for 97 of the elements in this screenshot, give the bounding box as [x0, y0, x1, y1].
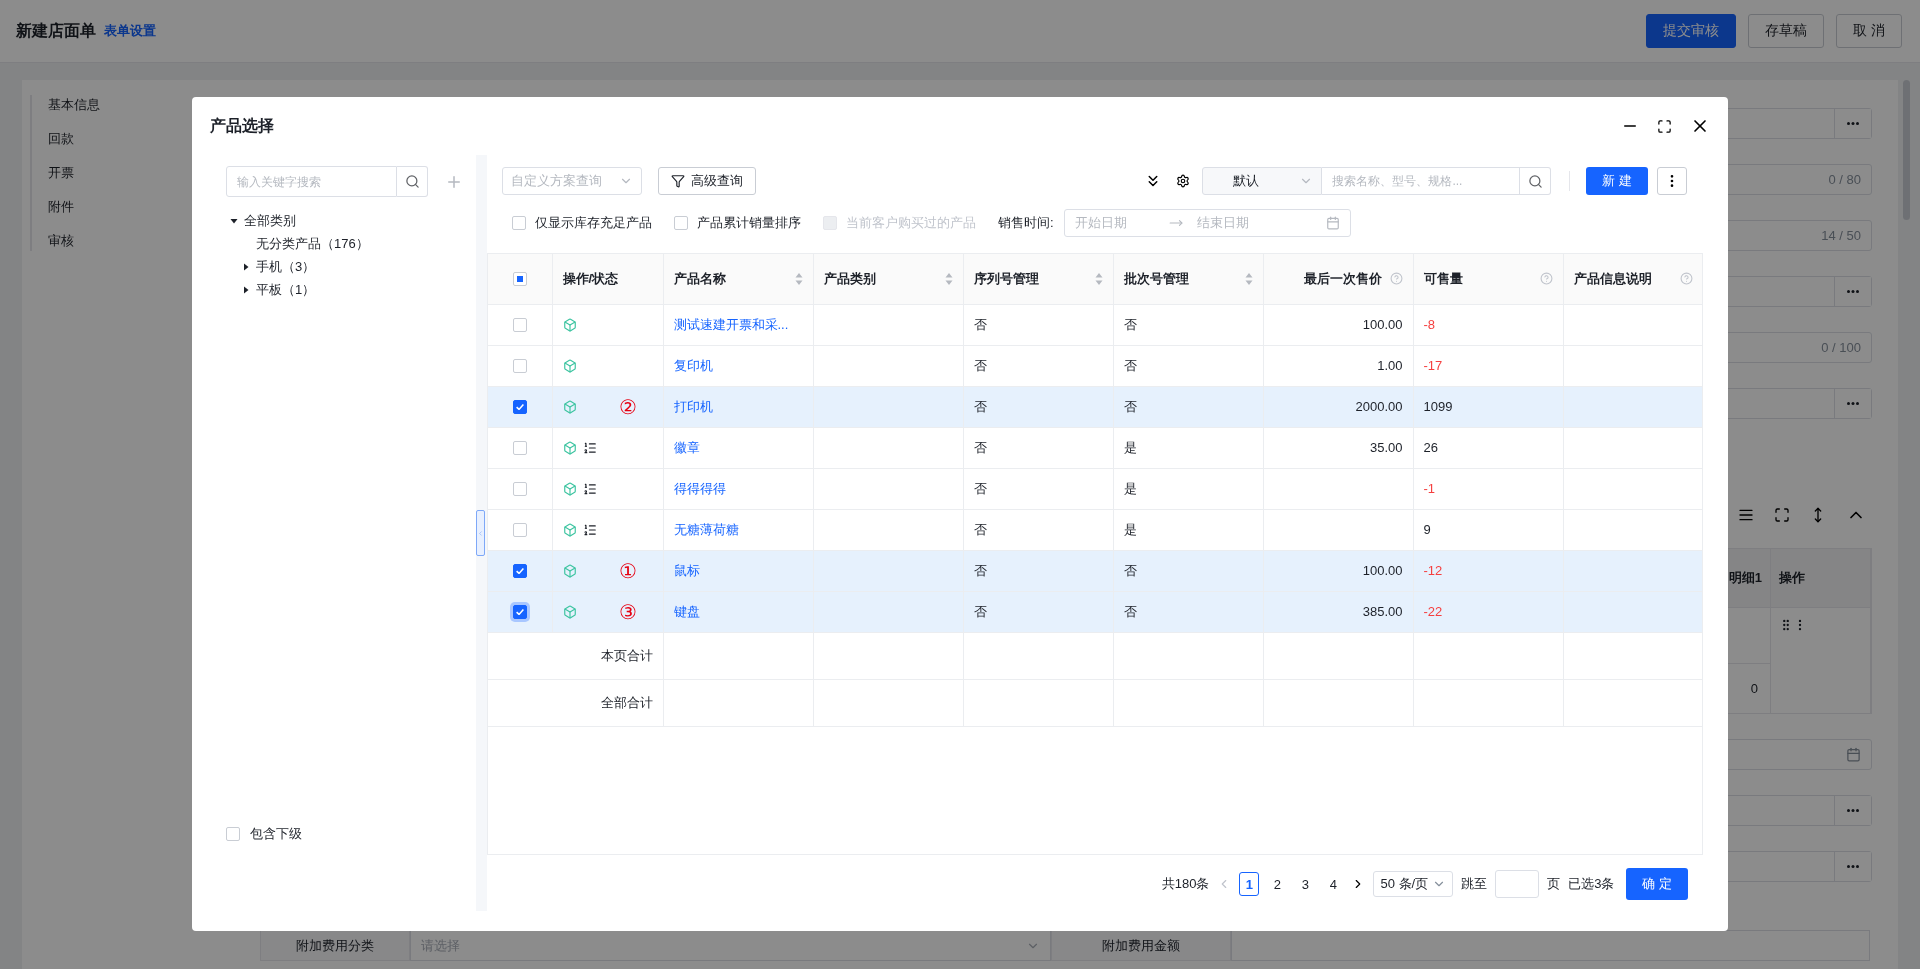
page-size-select[interactable]: 50 条/页	[1373, 871, 1454, 897]
table-cell: 否	[1123, 603, 1137, 619]
nav-item[interactable]: 审核	[48, 231, 180, 251]
new-button[interactable]: 新 建	[1586, 167, 1648, 195]
table-cell: 1.00	[1377, 358, 1403, 373]
checkbox-label: 包含下级	[250, 825, 302, 843]
table-cell: 否	[973, 480, 987, 496]
tree-item[interactable]: 全部类别	[244, 211, 296, 230]
column-header: 产品信息说明	[1563, 254, 1702, 304]
column-header[interactable]: 批次号管理	[1113, 254, 1263, 304]
table-row[interactable]: 无糖薄荷糖 否 是 9	[488, 509, 1702, 550]
table-cell: 否	[973, 357, 987, 373]
product-link[interactable]: 得得得得	[673, 480, 726, 496]
column-header[interactable]: 产品类别	[813, 254, 963, 304]
table-cell: 否	[973, 316, 987, 332]
table-cell: 2000.00	[1355, 399, 1403, 414]
annotation-mark: ①	[618, 560, 637, 581]
table-row[interactable]: 测试速建开票和采... 否 否 100.00 -8	[488, 304, 1702, 345]
product-link[interactable]: 鼠标	[673, 562, 700, 578]
form-settings-link[interactable]: 表单设置	[104, 22, 156, 40]
column-header: 最后一次售价	[1263, 254, 1413, 304]
table-cell: -8	[1423, 317, 1436, 332]
tree-item[interactable]: 无分类产品（176）	[256, 234, 369, 253]
product-link[interactable]: 打印机	[673, 398, 713, 414]
product-link[interactable]: 无糖薄荷糖	[673, 521, 739, 537]
nav-item[interactable]: 回款	[48, 129, 180, 149]
table-cell: 否	[973, 562, 987, 578]
column-header: 操作/状态	[552, 254, 663, 304]
table-cell: -17	[1423, 358, 1443, 373]
table-row[interactable]: 得得得得 否 是 -1	[488, 468, 1702, 509]
character-counter: 14 / 50	[1821, 228, 1862, 243]
character-counter: 0 / 80	[1828, 172, 1862, 187]
column-header[interactable]: 产品名称	[663, 254, 813, 304]
checkbox-label: 仅显示库存充足产品	[535, 214, 652, 232]
table-row[interactable]: ③ 键盘 否 否 385.00 -22	[488, 591, 1702, 632]
advanced-search-button[interactable]: 高级查询	[658, 167, 756, 195]
total-count: 共180条	[1161, 875, 1210, 893]
table-cell: -1	[1423, 481, 1436, 496]
tree-item[interactable]: 手机（3）	[256, 257, 316, 276]
table-cell: 否	[973, 439, 987, 455]
column-header: 可售量	[1413, 254, 1563, 304]
field-label: 附加费用金额	[1051, 930, 1231, 961]
product-link[interactable]: 键盘	[673, 603, 700, 619]
selected-count: 已选3条	[1568, 875, 1615, 893]
annotation-mark: ③	[618, 601, 637, 622]
nav-item[interactable]: 附件	[48, 197, 180, 217]
table-cell: 100.00	[1362, 317, 1403, 332]
table-cell: 否	[973, 603, 987, 619]
product-link[interactable]: 测试速建开票和采...	[673, 316, 789, 332]
table-row[interactable]: 复印机 否 否 1.00 -17	[488, 345, 1702, 386]
confirm-button[interactable]: 确 定	[1626, 868, 1688, 900]
table-row[interactable]: 徽章 否 是 35.00 26	[488, 427, 1702, 468]
nav-item[interactable]: 开票	[48, 163, 180, 183]
table-cell: 35.00	[1369, 440, 1403, 455]
table-cell: 否	[1123, 316, 1137, 332]
jump-label: 跳至	[1461, 875, 1488, 893]
table-row[interactable]: ② 打印机 否 否 2000.00 1099	[488, 386, 1702, 427]
table-cell: 1099	[1423, 399, 1453, 414]
table-cell: 9	[1423, 522, 1431, 537]
table-cell: 是	[1123, 521, 1137, 537]
table-cell: 否	[1123, 398, 1137, 414]
checkbox-label: 当前客户购买过的产品	[846, 214, 976, 232]
header-button[interactable]: 取 消	[1836, 14, 1902, 48]
character-counter: 0 / 100	[1821, 340, 1862, 355]
page-title: 新建店面单	[16, 20, 96, 41]
table-cell: 是	[1123, 439, 1137, 455]
checkbox-label: 产品累计销量排序	[697, 214, 801, 232]
annotation-mark: ②	[618, 396, 637, 417]
product-link[interactable]: 复印机	[673, 357, 713, 373]
product-link[interactable]: 徽章	[673, 439, 700, 455]
table-cell: 26	[1423, 440, 1438, 455]
table-cell: 385.00	[1362, 604, 1403, 619]
nav-item[interactable]: 基本信息	[48, 95, 180, 115]
page-button[interactable]: 1	[1239, 872, 1260, 896]
table-cell: 否	[973, 521, 987, 537]
dialog-title: 产品选择	[210, 115, 274, 136]
field-label: 附加费用分类	[260, 930, 410, 961]
table-cell: 否	[1123, 562, 1137, 578]
total-label: 全部合计	[600, 694, 653, 710]
page-unit: 页	[1547, 875, 1561, 893]
search-field[interactable]: 搜索名称、型号、规格...	[1322, 167, 1521, 195]
table-cell: -12	[1423, 563, 1443, 578]
submit-button[interactable]: 提交审核	[1646, 14, 1737, 48]
table-cell: -22	[1423, 604, 1443, 619]
table-cell: 否	[1123, 357, 1137, 373]
search-field[interactable]: 输入关键字搜索	[226, 166, 397, 197]
table-cell: 100.00	[1362, 563, 1403, 578]
total-label: 本页合计	[600, 647, 653, 663]
table-header-cell: 操作	[1771, 549, 1871, 607]
header-button[interactable]: 存草稿	[1748, 14, 1825, 48]
tree-item[interactable]: 平板（1）	[256, 280, 316, 299]
field-label: 销售时间:	[998, 214, 1054, 232]
table-row[interactable]: ① 鼠标 否 否 100.00 -12	[488, 550, 1702, 591]
table-cell: 是	[1123, 480, 1137, 496]
sort-select[interactable]: 默认	[1202, 167, 1323, 195]
column-header[interactable]: 序列号管理	[963, 254, 1113, 304]
table-cell: 否	[973, 398, 987, 414]
